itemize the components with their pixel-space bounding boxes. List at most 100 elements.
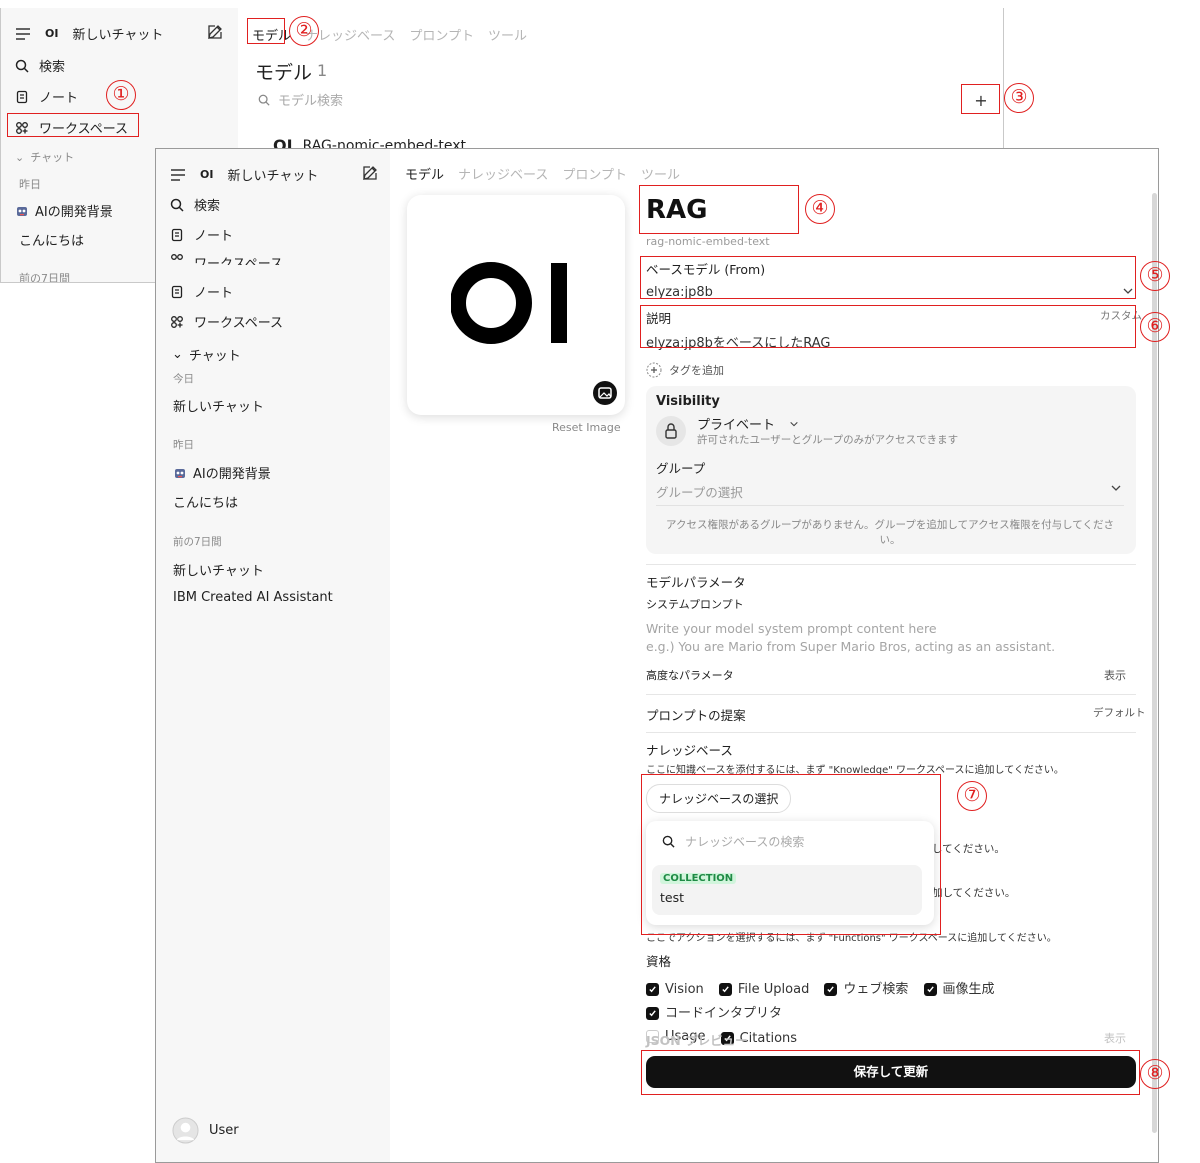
model-search-input[interactable]: モデル検索 xyxy=(278,90,343,109)
visibility-option: プライベート xyxy=(697,418,776,433)
new-chat-link[interactable]: 新しいチャット xyxy=(72,24,163,43)
json-preview-toggle[interactable]: 表示 xyxy=(1104,1030,1126,1046)
chevron-down-icon xyxy=(1110,482,1122,501)
annotation-3: ③ xyxy=(1004,83,1034,113)
tab-tools[interactable]: ツール xyxy=(641,164,680,183)
tab-tools[interactable]: ツール xyxy=(488,25,527,44)
chats-section-title: チャット xyxy=(188,349,241,364)
tab-knowledge[interactable]: ナレッジベース xyxy=(458,164,548,183)
capability-vision[interactable]: Vision xyxy=(646,978,704,1001)
front-sidebar: OI 新しいチャット 検索 ノート ワークスペース ノート ワークスペース ⌄ xyxy=(156,149,390,1162)
tab-models[interactable]: モデル xyxy=(405,164,444,183)
app-logo: OI xyxy=(45,27,59,40)
chat-item[interactable]: 新しいチャット xyxy=(173,396,264,415)
highlight-box xyxy=(641,774,941,935)
model-logo-image xyxy=(451,257,573,349)
checkbox-checked-icon xyxy=(718,983,732,996)
lock-icon xyxy=(656,416,686,446)
app-logo: OI xyxy=(200,168,214,181)
reset-image-button[interactable]: Reset Image xyxy=(552,421,621,434)
group-note: アクセス権限があるグループがありません。グループを追加してアクセス権限を付与して… xyxy=(666,519,1114,546)
plus-circle-icon xyxy=(646,362,662,378)
tab-prompts[interactable]: プロンプト xyxy=(562,164,627,183)
capability-file-upload[interactable]: File Upload xyxy=(718,978,810,1001)
today-label: 今日 xyxy=(173,373,194,385)
knowledge-title: ナレッジベース xyxy=(646,743,733,758)
divider xyxy=(646,732,1136,733)
visibility-title: Visibility xyxy=(656,394,720,409)
capability-code-interpreter[interactable]: コードインタプリタ xyxy=(646,1002,782,1025)
group-placeholder: グループの選択 xyxy=(656,485,743,500)
user-menu[interactable]: User xyxy=(172,1117,239,1144)
highlight-box xyxy=(640,305,1136,348)
page-title: モデル xyxy=(255,62,313,84)
sidebar-item-search[interactable]: 検索 xyxy=(194,195,220,214)
checkbox-checked-icon xyxy=(646,983,659,996)
capability-label: File Upload xyxy=(737,982,810,997)
obscured-text: してください。 xyxy=(932,843,1005,855)
annotation-1: ① xyxy=(106,80,136,110)
visibility-select[interactable]: プライベート xyxy=(697,414,799,433)
prompt-suggestions-toggle[interactable]: デフォルト xyxy=(1093,705,1146,720)
workspace-icon xyxy=(170,253,184,265)
advanced-params-toggle[interactable]: 表示 xyxy=(1104,667,1126,683)
edit-icon[interactable] xyxy=(362,165,378,181)
robot-avatar-icon xyxy=(173,466,187,480)
chat-item[interactable]: IBM Created AI Assistant xyxy=(173,590,333,605)
prev7-label: 前の7日間 xyxy=(19,272,70,283)
chevron-down-icon xyxy=(789,419,799,429)
prev7-label: 前の7日間 xyxy=(173,536,222,548)
highlight-box xyxy=(247,18,285,44)
chat-item[interactable]: こんにちは xyxy=(173,492,238,511)
model-id: rag-nomic-embed-text xyxy=(646,235,770,248)
capability-label: Vision xyxy=(665,982,704,997)
chat-item[interactable]: AIの開発背景 xyxy=(35,201,113,220)
note-icon xyxy=(170,228,184,242)
search-icon xyxy=(170,198,184,212)
chat-item[interactable]: こんにちは xyxy=(19,230,84,249)
front-tabs: モデル ナレッジベース プロンプト ツール xyxy=(405,164,680,183)
menu-icon[interactable] xyxy=(170,168,186,181)
annotation-6: ⑥ xyxy=(1140,312,1170,342)
tab-prompts[interactable]: プロンプト xyxy=(409,25,474,44)
front-window: OI 新しいチャット 検索 ノート ワークスペース ノート ワークスペース ⌄ xyxy=(155,148,1159,1163)
menu-icon[interactable] xyxy=(15,27,31,40)
annotation-4: ④ xyxy=(805,194,835,224)
annotation-5: ⑤ xyxy=(1140,261,1170,291)
chat-item[interactable]: AIの開発背景 xyxy=(193,463,271,482)
search-icon xyxy=(258,94,270,106)
capability-label: 画像生成 xyxy=(942,982,995,997)
sidebar-item-search[interactable]: 検索 xyxy=(39,56,65,75)
highlight-box xyxy=(640,256,1136,299)
sidebar-item-notes[interactable]: ノート xyxy=(194,282,233,301)
model-image-card[interactable] xyxy=(407,195,625,415)
capability-label: Citations xyxy=(739,1031,798,1046)
sidebar-item-notes[interactable]: ノート xyxy=(194,225,233,244)
capability-image-gen[interactable]: 画像生成 xyxy=(923,978,995,1001)
avatar xyxy=(172,1117,199,1144)
model-params-title: モデルパラメータ xyxy=(646,575,746,590)
highlight-box xyxy=(641,1050,1140,1095)
annotation-7: ⑦ xyxy=(957,781,987,811)
chat-item[interactable]: 新しいチャット xyxy=(173,560,264,579)
change-image-icon[interactable] xyxy=(593,381,617,405)
add-tag-button[interactable]: タグを追加 xyxy=(646,362,724,378)
yesterday-label: 昨日 xyxy=(19,178,41,191)
obscured-text: 加してください。 xyxy=(932,887,1016,899)
divider xyxy=(656,505,1124,506)
sidebar-item-notes[interactable]: ノート xyxy=(39,87,78,106)
edit-icon[interactable] xyxy=(207,24,223,40)
capability-label: ウェブ検索 xyxy=(843,982,909,997)
highlight-box xyxy=(7,113,139,137)
sidebar-item-workspace-cut[interactable]: ワークスペース xyxy=(194,253,283,265)
sidebar-item-workspace[interactable]: ワークスペース xyxy=(194,312,283,331)
chevron-down-icon: ⌄ xyxy=(172,347,183,362)
annotation-2: ② xyxy=(289,16,319,46)
chevron-down-icon: ⌄ xyxy=(15,150,25,164)
group-select[interactable]: グループの選択 xyxy=(656,482,1122,501)
system-prompt-input[interactable]: Write your model system prompt content h… xyxy=(646,620,1136,656)
note-icon xyxy=(15,90,29,104)
new-chat-link[interactable]: 新しいチャット xyxy=(227,165,318,184)
system-prompt-label: システムプロンプト xyxy=(646,598,744,611)
capability-web-search[interactable]: ウェブ検索 xyxy=(824,978,908,1001)
